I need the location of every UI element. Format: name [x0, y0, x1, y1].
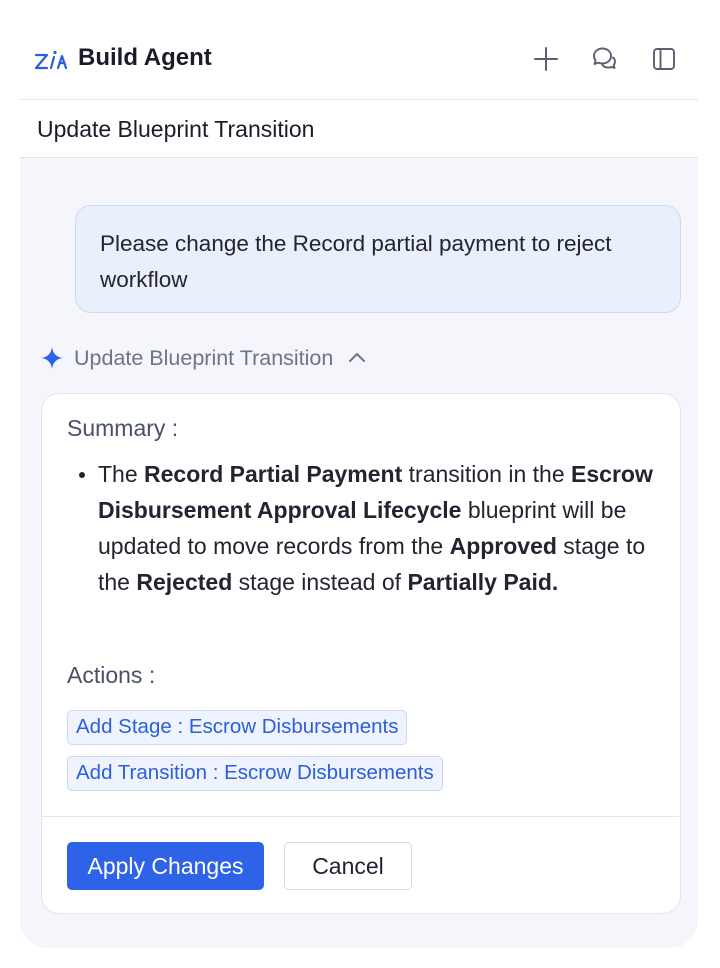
actions-label: Actions : [67, 662, 156, 688]
sidebar-toggle-icon[interactable] [649, 44, 679, 74]
chat-area: Please change the Record partial payment… [20, 158, 698, 948]
summary-label: Summary : [67, 415, 179, 441]
summary-bold-from-stage: Approved [449, 533, 557, 559]
subheader-title: Update Blueprint Transition [37, 116, 315, 142]
logo-icon [34, 50, 68, 70]
apply-changes-button[interactable]: Apply Changes [67, 842, 264, 890]
action-chip-add-stage[interactable]: Add Stage : Escrow Disbursements [67, 710, 408, 745]
plus-icon[interactable] [531, 44, 561, 74]
card-divider [42, 816, 679, 817]
summary-list: The Record Partial Payment transition in… [76, 456, 666, 600]
summary-item: The Record Partial Payment transition in… [76, 456, 666, 600]
agent-title: Build Agent [78, 44, 212, 71]
chevron-up-icon [349, 353, 366, 362]
user-message-bubble: Please change the Record partial payment… [75, 205, 681, 313]
tool-call-label: Update Blueprint Transition [74, 345, 334, 370]
summary-bold-transition: Record Partial Payment [144, 461, 403, 487]
chat-bubbles-icon[interactable] [589, 44, 619, 74]
tool-call-toggle[interactable]: Update Blueprint Transition [40, 342, 367, 374]
summary-bold-to-stage: Rejected [136, 569, 233, 595]
user-message-text: Please change the Record partial payment… [100, 231, 612, 292]
build-agent-panel: Build Agent Update Blueprint Transition … [20, 0, 698, 948]
sparkle-icon [41, 347, 63, 369]
summary-bold-old-stage: Partially Paid. [407, 569, 559, 595]
tool-result-card: Summary : The Record Partial Payment tra… [41, 393, 681, 914]
subheader: Update Blueprint Transition [20, 100, 698, 158]
panel-header: Build Agent [20, 0, 698, 100]
cancel-button[interactable]: Cancel [284, 842, 412, 890]
action-chip-add-transition[interactable]: Add Transition : Escrow Disbursements [67, 756, 443, 791]
